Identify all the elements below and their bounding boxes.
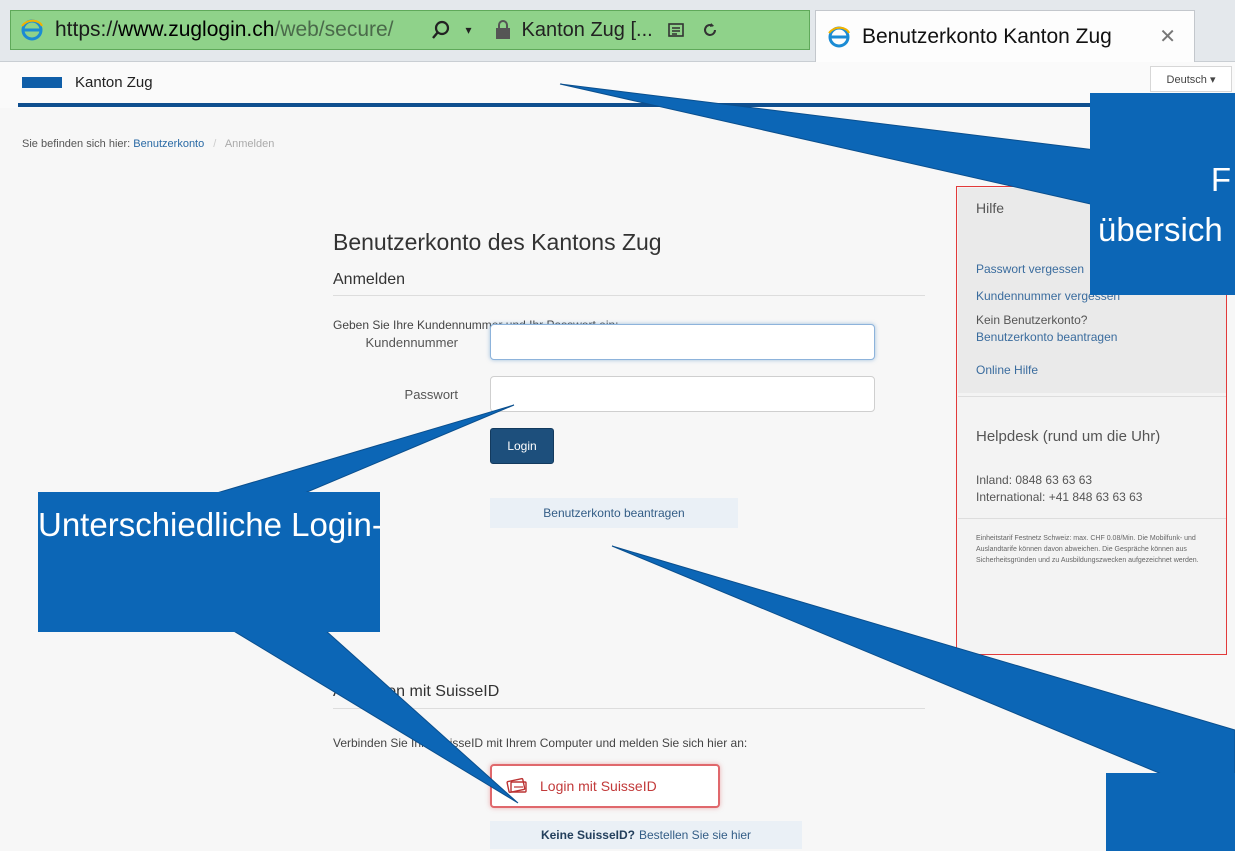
callout-pointer-input	[209, 404, 515, 496]
forgot-password-link[interactable]: Passwort vergessen	[976, 262, 1084, 276]
breadcrumb-current: Anmelden	[224, 138, 275, 150]
search-icon[interactable]	[428, 17, 454, 43]
help-divider	[958, 396, 1226, 397]
section-divider	[333, 295, 925, 296]
header-divider	[18, 103, 1235, 107]
url-domain: www.zuglogin.ch	[118, 18, 275, 41]
suisseid-section-title: Anmelden mit SuisseID	[333, 683, 500, 700]
no-account-text: Kein Benutzerkonto?	[976, 313, 1088, 327]
compatibility-view-icon[interactable]	[663, 17, 689, 43]
order-suisseid-banner[interactable]: Keine SuisseID? Bestellen Sie sie hier	[490, 821, 802, 849]
close-icon[interactable]: ✕	[1159, 24, 1176, 49]
tab-title: Benutzerkonto Kanton Zug	[862, 24, 1112, 48]
browser-toolbar: https://www.zuglogin.ch/web/secure/ ▾ Ka…	[0, 0, 1235, 62]
site-header: Kanton Zug Deutsch ▾	[0, 62, 1235, 108]
browser-tab[interactable]: Benutzerkonto Kanton Zug ✕	[815, 10, 1195, 62]
site-identity[interactable]: Kanton Zug [...	[522, 19, 653, 42]
helpdesk-international: International: +41 848 63 63 63	[976, 490, 1143, 504]
dropdown-arrow-icon[interactable]: ▾	[462, 17, 476, 43]
callout-pointer-suisseid	[230, 629, 519, 804]
helpdesk-fine-print: Einheitstarif Festnetz Schweiz: max. CHF…	[976, 535, 1199, 564]
id-card-icon	[506, 777, 528, 795]
brand-name[interactable]: Kanton Zug	[75, 74, 153, 91]
lock-icon[interactable]	[490, 17, 516, 43]
suisseid-intro-text: Verbinden Sie Ihre SuisseID mit Ihrem Co…	[333, 736, 748, 750]
refresh-icon[interactable]	[697, 17, 723, 43]
internet-explorer-icon	[826, 24, 852, 50]
url-scheme: https://	[55, 18, 119, 41]
breadcrumb-separator: /	[213, 138, 217, 150]
customer-number-label: Kundennummer	[365, 335, 459, 350]
callout-overview: F übersich	[1090, 93, 1235, 295]
breadcrumb: Sie befinden sich hier: Benutzerkonto / …	[22, 138, 274, 150]
breadcrumb-prefix: Sie befinden sich hier:	[22, 138, 131, 150]
callout-bottom	[1106, 773, 1235, 851]
section-divider	[333, 708, 925, 709]
customer-number-input[interactable]	[490, 324, 875, 360]
internet-explorer-icon	[19, 17, 45, 43]
page-title: Benutzerkonto des Kantons Zug	[333, 229, 662, 255]
callout-overview-line1: F	[1210, 161, 1231, 198]
password-label: Passwort	[404, 387, 458, 402]
password-input[interactable]	[490, 376, 875, 412]
help-heading: Hilfe	[976, 200, 1005, 216]
online-help-link[interactable]: Online Hilfe	[976, 363, 1038, 377]
url-path: /web/secure/	[274, 18, 394, 41]
login-section-title: Anmelden	[333, 271, 406, 288]
callout-login-methods: Unterschiedliche Login-Verfahren	[38, 492, 380, 632]
language-selector[interactable]: Deutsch ▾	[1150, 66, 1232, 92]
helpdesk-heading: Helpdesk (rund um die Uhr)	[976, 428, 1161, 445]
suisseid-login-button[interactable]: Login mit SuisseID	[490, 764, 720, 808]
apply-account-link[interactable]: Benutzerkonto beantragen	[976, 330, 1117, 344]
apply-account-button[interactable]: Benutzerkonto beantragen	[490, 498, 738, 528]
helpdesk-inland: Inland: 0848 63 63 63	[976, 473, 1093, 487]
breadcrumb-link-benutzerkonto[interactable]: Benutzerkonto	[133, 138, 204, 150]
no-suisseid-text: Keine SuisseID?	[540, 828, 635, 842]
helpdesk-divider	[958, 518, 1226, 519]
callout-overview-line2: übersich	[1098, 211, 1223, 248]
order-suisseid-link[interactable]: Bestellen Sie sie hier	[639, 828, 751, 842]
login-button[interactable]: Login	[490, 428, 554, 464]
suisseid-login-label: Login mit SuisseID	[540, 778, 657, 794]
logo[interactable]	[22, 77, 62, 88]
address-bar[interactable]: https://www.zuglogin.ch/web/secure/ ▾ Ka…	[10, 10, 810, 50]
